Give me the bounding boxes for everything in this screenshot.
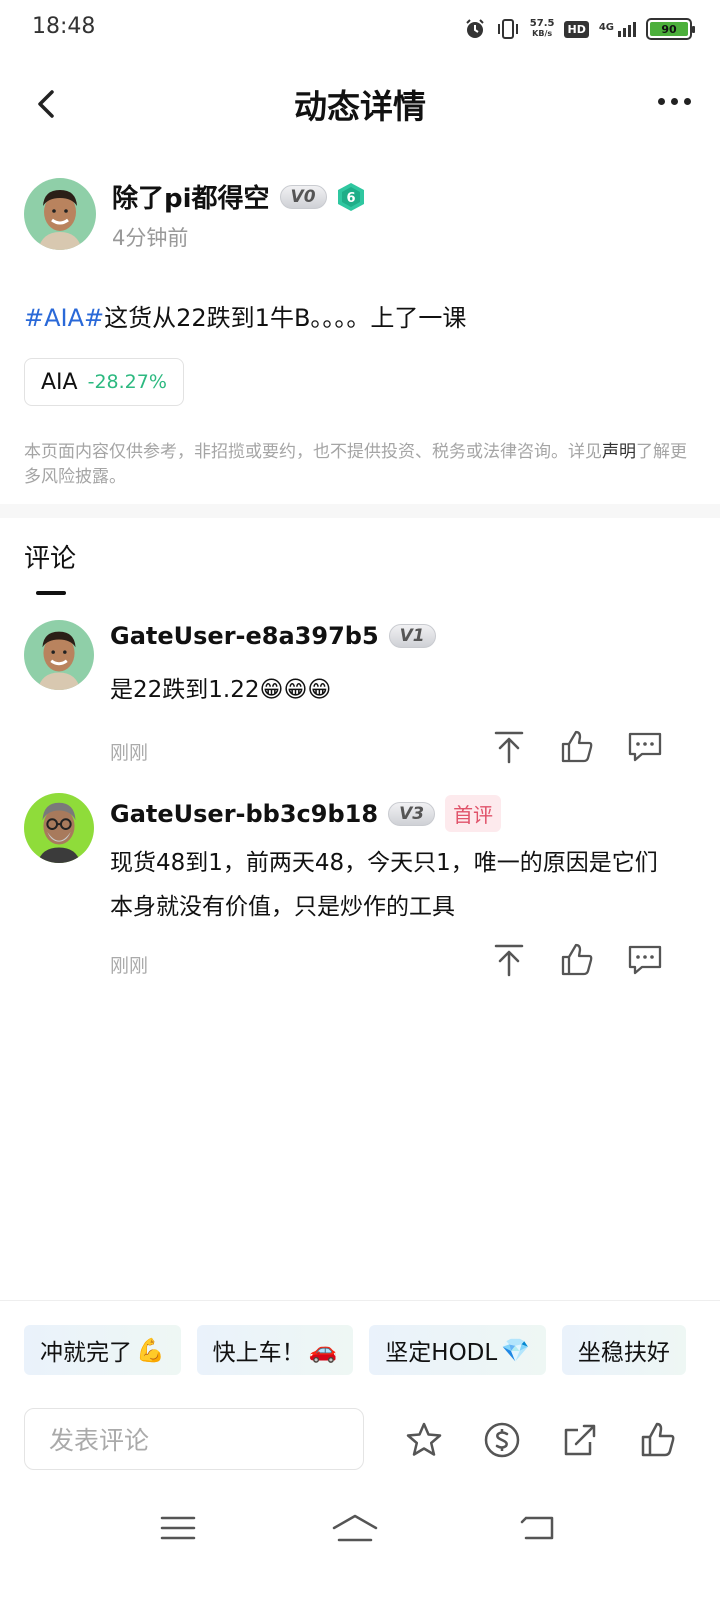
tab-comments[interactable]: 评论 — [24, 538, 76, 575]
hd-indicator: HD — [564, 20, 589, 38]
ticker-card[interactable]: AIA -28.27% — [24, 358, 184, 406]
author-name[interactable]: 除了pi都得空 — [112, 178, 270, 215]
comment-time: 刚刚 — [110, 955, 149, 977]
page-title: 动态详情 — [294, 87, 426, 126]
quick-reply-chip[interactable]: 快上车！ 🚗 — [196, 1325, 354, 1375]
more-dot — [683, 97, 691, 105]
commenter-name[interactable]: GateUser-e8a397b5 — [110, 622, 379, 650]
ticker-change: -28.27% — [87, 371, 167, 393]
bottom-divider — [0, 1300, 720, 1301]
pin-top-icon[interactable] — [490, 941, 528, 979]
battery-level: 90 — [650, 22, 688, 36]
back-nav-icon[interactable] — [518, 1510, 558, 1546]
post-text: 这货从22跌到1牛B。。。。上了一课 — [104, 304, 467, 332]
disclaimer-link[interactable]: 声明 — [602, 442, 636, 462]
home-icon[interactable] — [330, 1510, 380, 1546]
alarm-icon — [466, 19, 484, 38]
app-header: 动态详情 — [0, 70, 720, 136]
system-nav-bar — [0, 1500, 720, 1560]
star-icon[interactable] — [404, 1420, 444, 1460]
author-avatar[interactable] — [24, 178, 96, 250]
commenter-name-row: GateUser-bb3c9b18 V3 首评 — [110, 795, 502, 832]
chip-emoji: 🚗 — [308, 1337, 338, 1364]
vip-badge: V0 — [279, 184, 327, 209]
post-content: #AIA#这货从22跌到1牛B。。。。上了一课 — [24, 298, 466, 333]
net-speed-unit: KB/s — [532, 29, 553, 38]
reply-icon[interactable] — [626, 728, 664, 766]
status-time: 18:48 — [32, 14, 96, 39]
comment-actions — [490, 941, 664, 979]
post-hashtag[interactable]: #AIA# — [24, 304, 104, 332]
status-icons: 57.5 KB/s HD 4G 90 — [464, 14, 695, 44]
level-badge-icon: 6 — [337, 182, 365, 212]
vibrate-icon — [497, 19, 518, 39]
commenter-avatar[interactable] — [24, 793, 94, 863]
status-bar: 18:48 57.5 KB/s HD 4G 90 — [0, 0, 720, 56]
more-options-button[interactable] — [652, 86, 696, 116]
like-icon[interactable] — [558, 728, 596, 766]
chip-emoji: 💪 — [136, 1337, 165, 1364]
pin-top-icon[interactable] — [490, 728, 528, 766]
comment-item: GateUser-e8a397b5 V1 是22跌到1.22😁😁😁 刚刚 — [24, 620, 704, 770]
ticker-symbol: AIA — [41, 369, 78, 395]
share-icon[interactable] — [560, 1420, 600, 1460]
commenter-name-row: GateUser-e8a397b5 V1 — [110, 622, 436, 650]
tab-underline — [36, 591, 66, 595]
level-number: 6 — [346, 191, 355, 206]
quick-reply-chips: 冲就完了 💪 快上车！ 🚗 坚定HODL 💎 坐稳扶好 — [24, 1325, 686, 1375]
comment-text: 是22跌到1.22😁😁😁 — [110, 677, 332, 703]
post-actions — [404, 1420, 678, 1460]
tip-coin-icon[interactable] — [482, 1420, 522, 1460]
post-author: 除了pi都得空 V0 6 4分钟前 — [24, 178, 704, 258]
disclaimer-text: 本页面内容仅供参考，非招揽或要约，也不提供投资、税务或法律咨询。详见 — [24, 442, 602, 462]
commenter-name[interactable]: GateUser-bb3c9b18 — [110, 800, 378, 828]
chip-emoji: 💎 — [501, 1337, 530, 1364]
quick-reply-chip[interactable]: 坚定HODL 💎 — [369, 1325, 546, 1375]
vip-badge: V1 — [388, 624, 436, 648]
battery-icon: 90 — [646, 18, 695, 40]
signal-icon: 4G — [598, 21, 636, 37]
menu-icon[interactable] — [158, 1510, 198, 1546]
first-comment-badge: 首评 — [445, 795, 502, 832]
like-icon[interactable] — [558, 941, 596, 979]
section-divider — [0, 504, 720, 518]
disclaimer: 本页面内容仅供参考，非招揽或要约，也不提供投资、税务或法律咨询。详见声明了解更多… — [24, 440, 696, 490]
like-post-icon[interactable] — [638, 1420, 678, 1460]
quick-reply-chip[interactable]: 冲就完了 💪 — [24, 1325, 181, 1375]
reply-icon[interactable] — [626, 941, 664, 979]
comment-item: GateUser-bb3c9b18 V3 首评 现货48到1，前两天48，今天只… — [24, 793, 704, 983]
net-speed-value: 57.5 — [529, 18, 555, 29]
author-name-row: 除了pi都得空 V0 6 — [112, 178, 365, 215]
vip-badge: V3 — [388, 801, 436, 826]
more-dot — [670, 97, 678, 105]
quick-reply-chip[interactable]: 坐稳扶好 — [561, 1325, 686, 1375]
comment-text: 现货48到1，前两天48，今天只1，唯一的原因是它们本身就没有价值，只是炒作的工… — [110, 850, 658, 920]
comment-input[interactable]: 发表评论 — [24, 1408, 364, 1470]
chip-label: 坐稳扶好 — [577, 1340, 670, 1366]
post-time: 4分钟前 — [112, 226, 189, 250]
chip-label: 冲就完了 — [40, 1340, 132, 1366]
more-dot — [657, 97, 665, 105]
composer-row: 发表评论 — [24, 1408, 696, 1472]
network-type: 4G — [598, 21, 614, 33]
net-speed: 57.5 KB/s — [530, 19, 555, 39]
comment-time: 刚刚 — [110, 742, 149, 764]
chip-label: 快上车！ — [212, 1340, 305, 1366]
chip-label: 坚定HODL — [385, 1340, 498, 1366]
commenter-avatar[interactable] — [24, 620, 94, 690]
comment-actions — [490, 728, 664, 766]
